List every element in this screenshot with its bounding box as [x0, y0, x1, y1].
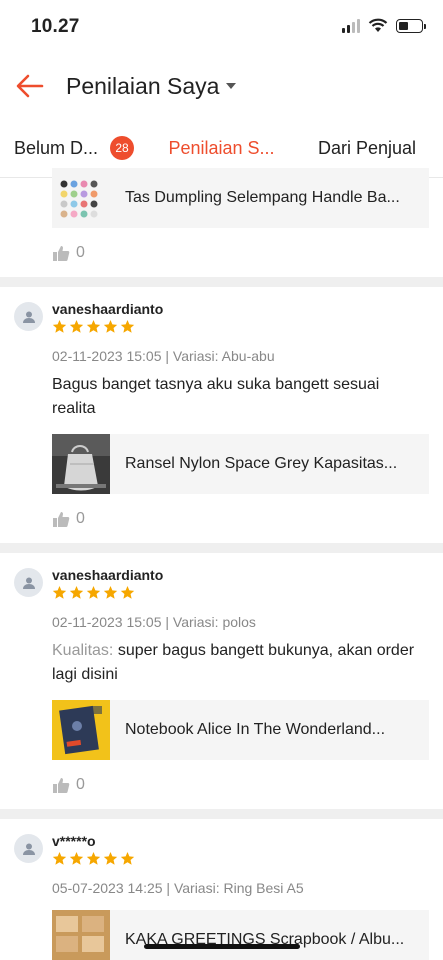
like-count: 0: [76, 510, 85, 527]
star-icon: [69, 585, 84, 599]
review-label: Kualitas:: [52, 642, 114, 659]
star-icon: [86, 585, 101, 599]
thumbs-up-icon: [53, 778, 70, 793]
app-header: Penilaian Saya: [0, 56, 443, 118]
page-title[interactable]: Penilaian Saya: [66, 73, 219, 100]
star-icon: [120, 851, 135, 865]
star-icon: [69, 851, 84, 865]
home-indicator: [144, 944, 300, 949]
thumbs-up-icon: [53, 512, 70, 527]
star-icon: [120, 319, 135, 333]
star-icon: [103, 319, 118, 333]
review-text: Bagus banget tasnya aku suka bangett ses…: [52, 376, 380, 417]
grey-bag-thumbnail: [52, 434, 110, 494]
scrapbook-thumbnail: [52, 910, 110, 960]
tab-count-badge: 28: [110, 136, 134, 160]
product-card[interactable]: KAKA GREETINGS Scrapbook / Albu...: [52, 910, 429, 960]
star-rating: [52, 585, 135, 600]
reviewer-username: v*****o: [52, 833, 96, 849]
review-text: Kualitas: super bagus bangett bukunya, a…: [52, 639, 422, 687]
review-meta: 02-11-2023 15:05 | Variasi: Abu-abu: [52, 348, 275, 364]
star-icon: [52, 851, 67, 865]
back-button[interactable]: [12, 68, 48, 104]
section-divider: [0, 809, 443, 819]
star-rating: [52, 319, 135, 334]
tote-bags-thumbnail: [52, 168, 110, 228]
product-name: KAKA GREETINGS Scrapbook / Albu...: [125, 931, 405, 948]
thumbs-up-icon: [53, 246, 70, 261]
status-bar: 10.27: [0, 0, 443, 56]
product-card[interactable]: Ransel Nylon Space Grey Kapasitas...: [52, 434, 429, 494]
product-name: Ransel Nylon Space Grey Kapasitas...: [125, 455, 398, 472]
like-button[interactable]: 0: [52, 774, 85, 796]
like-count: 0: [76, 244, 85, 261]
section-divider: [0, 543, 443, 553]
avatar[interactable]: [14, 302, 43, 331]
review-meta: 05-07-2023 14:25 | Variasi: Ring Besi A5: [52, 880, 304, 896]
battery-icon: [396, 18, 426, 33]
star-icon: [52, 585, 67, 599]
caret-down-icon[interactable]: [226, 83, 236, 89]
like-count: 0: [76, 776, 85, 793]
status-time: 10.27: [31, 16, 80, 37]
arrow-left-icon: [16, 74, 44, 98]
user-icon: [22, 577, 35, 589]
review-meta: 02-11-2023 15:05 | Variasi: polos: [52, 614, 256, 630]
star-icon: [120, 585, 135, 599]
battery-level: [399, 21, 409, 30]
user-icon: [22, 843, 35, 855]
section-divider: [0, 277, 443, 287]
product-card[interactable]: Tas Dumpling Selempang Handle Ba...: [52, 168, 429, 228]
cellular-signal-icon: [342, 18, 360, 33]
avatar[interactable]: [14, 568, 43, 597]
product-thumbnail: [52, 168, 110, 228]
wifi-icon: [368, 18, 388, 32]
product-name: Tas Dumpling Selempang Handle Ba...: [125, 189, 400, 206]
star-icon: [103, 851, 118, 865]
star-icon: [103, 585, 118, 599]
star-icon: [52, 319, 67, 333]
star-icon: [86, 851, 101, 865]
star-icon: [86, 319, 101, 333]
like-button[interactable]: 0: [52, 508, 85, 530]
product-card[interactable]: Notebook Alice In The Wonderland...: [52, 700, 429, 760]
reviewer-username: vaneshaardianto: [52, 301, 164, 317]
product-thumbnail: [52, 700, 110, 760]
product-thumbnail: [52, 434, 110, 494]
product-thumbnail: [52, 910, 110, 960]
like-button[interactable]: 0: [52, 242, 85, 264]
avatar[interactable]: [14, 834, 43, 863]
star-rating: [52, 851, 135, 866]
product-name: Notebook Alice In The Wonderland...: [125, 721, 386, 738]
star-icon: [69, 319, 84, 333]
yellow-notebook-thumbnail: [52, 700, 110, 760]
user-icon: [22, 311, 35, 323]
status-icons: [342, 18, 426, 33]
reviewer-username: vaneshaardianto: [52, 567, 164, 583]
